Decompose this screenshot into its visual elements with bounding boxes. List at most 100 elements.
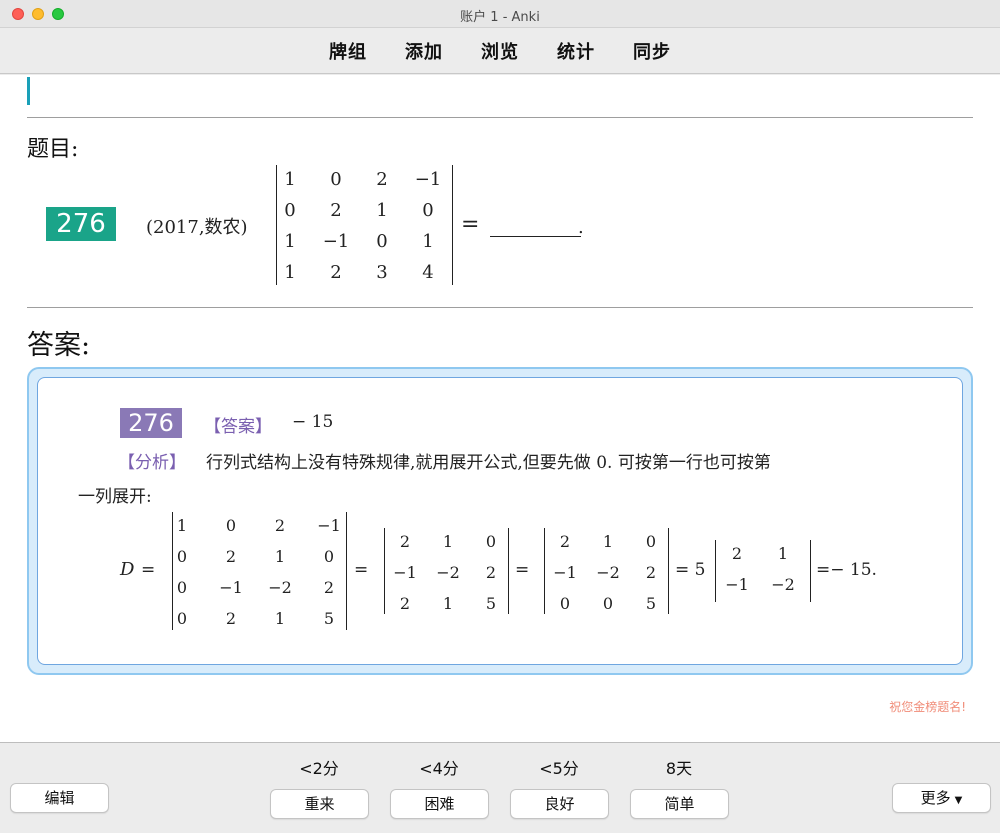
matrix-cell: −2 — [771, 575, 795, 594]
determinant-bar-right — [810, 540, 811, 602]
matrix-cell: 0 — [284, 200, 296, 221]
matrix-cell: 0 — [330, 169, 342, 190]
determinant-bar-left — [384, 528, 385, 614]
matrix-cell: 1 — [442, 532, 454, 551]
matrix-cell: −2 — [268, 578, 292, 597]
matrix-cell: −2 — [596, 563, 620, 582]
matrix-cell: 0 — [176, 609, 188, 628]
matrix-cell: 1 — [442, 594, 454, 613]
text-cursor — [27, 77, 30, 105]
answer-label: 答案: — [27, 330, 91, 361]
matrix-cell: 2 — [645, 563, 657, 582]
matrix-cell: −1 — [219, 578, 243, 597]
result-value: =− 15. — [816, 560, 877, 580]
matrix-cell: 0 — [225, 516, 237, 535]
determinant-bar-right — [452, 165, 453, 285]
hard-button[interactable]: 困难 — [390, 789, 489, 819]
matrix-cell: 2 — [330, 200, 342, 221]
matrix-cell: 2 — [225, 547, 237, 566]
interval-easy: 8天 — [665, 759, 693, 778]
d-symbol: D — [120, 559, 135, 580]
matrix-cell: 0 — [323, 547, 335, 566]
matrix-cell: 2 — [330, 262, 342, 283]
interval-good: <5分 — [539, 759, 579, 778]
matrix-cell: 2 — [559, 532, 571, 551]
matrix-cell: 5 — [323, 609, 335, 628]
question-source: (2017,数农) — [146, 217, 248, 238]
matrix-cell: 1 — [274, 609, 286, 628]
matrix-cell: 0 — [645, 532, 657, 551]
determinant-bar-left — [715, 540, 716, 602]
answer-value: − 15 — [292, 412, 334, 432]
question-equals: = — [461, 212, 480, 237]
matrix-cell: 0 — [602, 594, 614, 613]
determinant-bar-left — [544, 528, 545, 614]
question-number-badge: 276 — [46, 207, 116, 241]
edit-button[interactable]: 编辑 — [10, 783, 109, 813]
matrix-cell: −1 — [553, 563, 577, 582]
matrix-cell: 0 — [559, 594, 571, 613]
answer-number-badge: 276 — [120, 408, 182, 438]
caret-down-icon: ▼ — [954, 795, 963, 806]
matrix-cell: 5 — [485, 594, 497, 613]
matrix-cell: −1 — [725, 575, 749, 594]
matrix-cell: 2 — [399, 594, 411, 613]
divider — [27, 117, 973, 118]
toolbar-add[interactable]: 添加 — [386, 38, 462, 64]
more-button[interactable]: 更多 ▼ — [892, 783, 991, 813]
matrix-cell: 3 — [376, 262, 388, 283]
analysis-line-2: 一列展开: — [78, 487, 152, 507]
answer-image: 276 【答案】 − 15 【分析】 行列式结构上没有特殊规律,就用展开公式,但… — [37, 377, 963, 665]
more-label: 更多 — [920, 789, 951, 807]
toolbar-stats[interactable]: 统计 — [538, 38, 614, 64]
toolbar-browse[interactable]: 浏览 — [462, 38, 538, 64]
answer-blank — [490, 236, 581, 237]
matrix-cell: −1 — [322, 231, 350, 252]
matrix-cell: 1 — [274, 547, 286, 566]
divider — [27, 307, 973, 308]
equals-sign: = — [141, 560, 156, 580]
matrix-cell: 0 — [485, 532, 497, 551]
matrix-cell: 4 — [422, 262, 434, 283]
toolbar-decks[interactable]: 牌组 — [310, 38, 386, 64]
matrix-cell: 1 — [602, 532, 614, 551]
answer-box: 276 【答案】 − 15 【分析】 行列式结构上没有特殊规律,就用展开公式,但… — [27, 367, 973, 675]
matrix-cell: 0 — [176, 578, 188, 597]
matrix-cell: 0 — [376, 231, 388, 252]
again-button[interactable]: 重来 — [270, 789, 369, 819]
matrix-cell: −1 — [393, 563, 417, 582]
review-bar: 编辑 <2分 <4分 <5分 8天 重来 困难 良好 简单 更多 ▼ — [0, 742, 1000, 833]
matrix-cell: 2 — [274, 516, 286, 535]
window-title: 账户 1 - Anki — [460, 10, 540, 25]
footer-note: 祝您金榜题名! — [889, 700, 966, 714]
matrix-cell: 2 — [323, 578, 335, 597]
question-label: 题目: — [27, 137, 79, 162]
matrix-cell: 1 — [777, 544, 789, 563]
matrix-cell: 2 — [731, 544, 743, 563]
card-content: 题目: 276 (2017,数农) 1 0 2 −1 0 2 1 0 1 −1 0 1 1 2 3 4 = .… — [0, 75, 1000, 742]
toolbar-sync[interactable]: 同步 — [614, 38, 690, 64]
matrix-cell: 1 — [284, 262, 296, 283]
matrix-cell: 2 — [376, 169, 388, 190]
matrix-cell: 5 — [645, 594, 657, 613]
good-button[interactable]: 良好 — [510, 789, 609, 819]
matrix-cell: 2 — [399, 532, 411, 551]
matrix-cell: 2 — [225, 609, 237, 628]
matrix-cell: −1 — [317, 516, 341, 535]
main-toolbar: 牌组 添加 浏览 统计 同步 — [0, 28, 1000, 74]
interval-again: <2分 — [299, 759, 339, 778]
matrix-cell: 1 — [422, 231, 434, 252]
analysis-line-1: 行列式结构上没有特殊规律,就用展开公式,但要先做 0. 可按第一行也可按第 — [206, 453, 771, 473]
analysis-tag: 【分析】 — [118, 453, 186, 473]
matrix-cell: 1 — [376, 200, 388, 221]
answer-tag: 【答案】 — [204, 417, 272, 437]
matrix-cell: 0 — [176, 547, 188, 566]
equals-five: = 5 — [675, 560, 706, 580]
equals-sign: = — [354, 560, 369, 580]
matrix-cell: 1 — [176, 516, 188, 535]
matrix-cell: 0 — [422, 200, 434, 221]
easy-button[interactable]: 简单 — [630, 789, 729, 819]
matrix-cell: 1 — [284, 169, 296, 190]
matrix-cell: 2 — [485, 563, 497, 582]
question-end-dot: . — [578, 217, 584, 238]
